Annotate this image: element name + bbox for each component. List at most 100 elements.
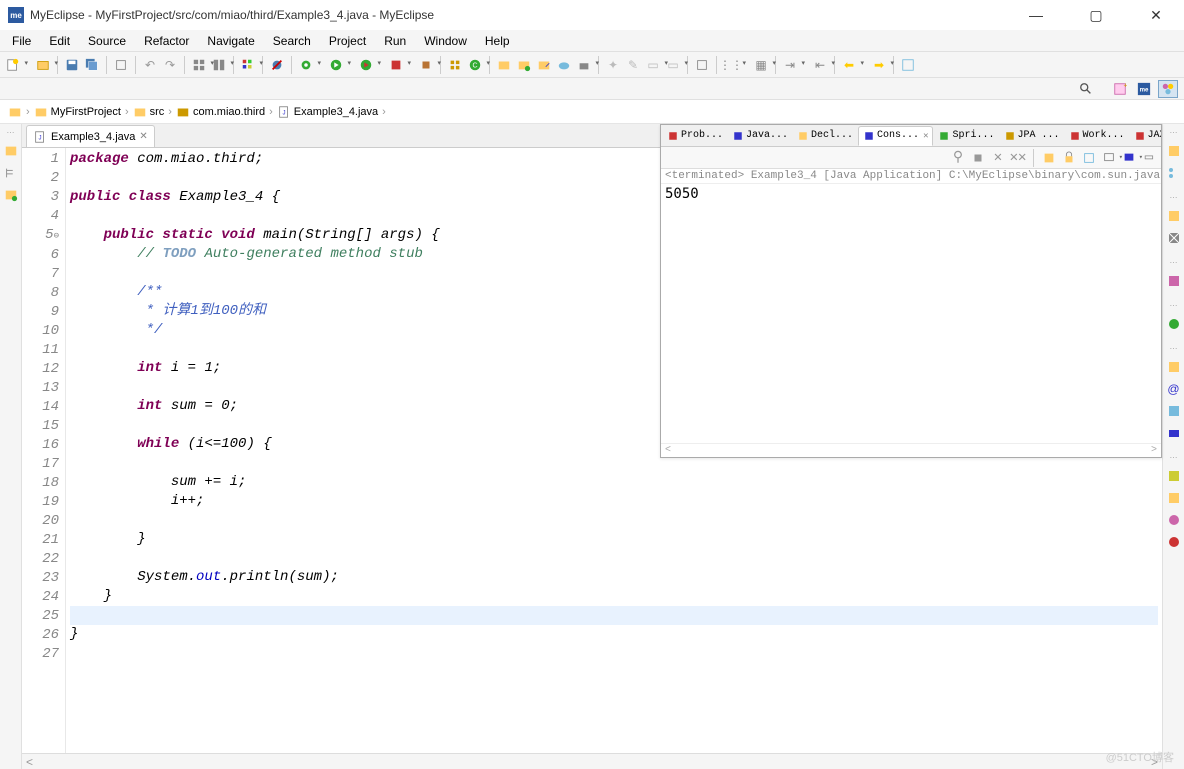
debug-button[interactable]: [297, 56, 315, 74]
skip-breakpoints-button[interactable]: [268, 56, 286, 74]
breadcrumb-item[interactable]: com.miao.third: [176, 105, 265, 119]
chevron-right-icon: ›: [382, 106, 386, 118]
task-list-icon[interactable]: [1166, 143, 1182, 159]
menu-edit[interactable]: Edit: [41, 32, 78, 50]
menu-navigate[interactable]: Navigate: [199, 32, 262, 50]
display-icon[interactable]: [1101, 150, 1117, 166]
run-button[interactable]: [327, 56, 345, 74]
r-icon-12[interactable]: [1166, 534, 1182, 550]
svg-text:me: me: [1140, 86, 1149, 93]
breadcrumb-label: com.miao.third: [193, 106, 265, 118]
word-wrap-icon[interactable]: [1081, 150, 1097, 166]
r-icon-7[interactable]: [1166, 403, 1182, 419]
edit-button[interactable]: ▭: [644, 56, 662, 74]
close-tab-icon[interactable]: ✕: [139, 131, 147, 142]
editor-scrollbar[interactable]: <>: [22, 753, 1162, 769]
java-file-icon: J: [277, 105, 291, 119]
r-icon-10[interactable]: [1166, 490, 1182, 506]
package-explorer-icon[interactable]: [3, 143, 19, 159]
open-console-icon[interactable]: [1121, 150, 1137, 166]
r-icon-3[interactable]: [1166, 273, 1182, 289]
menu-refactor[interactable]: Refactor: [136, 32, 197, 50]
scroll-lock-icon[interactable]: [1061, 150, 1077, 166]
external-button[interactable]: [387, 56, 405, 74]
myeclipse-perspective-button[interactable]: me: [1134, 80, 1154, 98]
r-icon-5[interactable]: [1166, 359, 1182, 375]
menu-search[interactable]: Search: [265, 32, 319, 50]
r-icon-1[interactable]: [1166, 208, 1182, 224]
maximize-button[interactable]: ▢: [1076, 7, 1116, 24]
remove-launch-icon[interactable]: ✕: [990, 150, 1006, 166]
pin-console-icon[interactable]: ⚲: [950, 150, 966, 166]
editor-tab[interactable]: J Example3_4.java ✕: [26, 125, 155, 147]
view-button[interactable]: [239, 56, 257, 74]
search-icon[interactable]: [1076, 80, 1096, 98]
pin-button[interactable]: [899, 56, 917, 74]
stop-button[interactable]: [417, 56, 435, 74]
new-button[interactable]: [4, 56, 22, 74]
layout-button[interactable]: [190, 56, 208, 74]
minimize-button[interactable]: —: [1016, 7, 1056, 24]
remove-all-icon[interactable]: ✕✕: [1010, 150, 1026, 166]
toggle-button[interactable]: ▦: [752, 56, 770, 74]
close-button[interactable]: ✕: [1136, 7, 1176, 24]
breadcrumb-item[interactable]: [8, 105, 22, 119]
tool-button[interactable]: [112, 56, 130, 74]
menu-run[interactable]: Run: [376, 32, 414, 50]
r-icon-4[interactable]: [1166, 316, 1182, 332]
coverage-button[interactable]: [357, 56, 375, 74]
menu-source[interactable]: Source: [80, 32, 134, 50]
svg-text:J: J: [282, 109, 285, 116]
r-icon-8[interactable]: [1166, 425, 1182, 441]
new-project-button[interactable]: [34, 56, 52, 74]
breadcrumb-item[interactable]: src: [133, 105, 165, 119]
wand-button[interactable]: ✦: [604, 56, 622, 74]
cloud-button[interactable]: [555, 56, 573, 74]
menu-window[interactable]: Window: [416, 32, 475, 50]
layout2-button[interactable]: [210, 56, 228, 74]
pencil-button[interactable]: ✎: [624, 56, 642, 74]
save-all-button[interactable]: [83, 56, 101, 74]
menu-file[interactable]: File: [4, 32, 39, 50]
chevron-right-icon: ›: [168, 106, 172, 118]
breadcrumb-item[interactable]: JExample3_4.java: [277, 105, 378, 119]
terminate-icon[interactable]: [970, 150, 986, 166]
console-panel: Prob...Java...Decl...Cons...✕Spri...JPA …: [660, 148, 1162, 458]
open-perspective-button[interactable]: +: [1110, 80, 1130, 98]
java-perspective-button[interactable]: [1158, 80, 1178, 98]
folder2-button[interactable]: [515, 56, 533, 74]
folder1-button[interactable]: [495, 56, 513, 74]
main-toolbar: ↶ ↷ C ✦ ✎ ▭ ▭ ⋮⋮ ▦ ⇥ ⇤ ⬅ ➡: [0, 52, 1184, 78]
redo-button[interactable]: ↷: [161, 56, 179, 74]
indent-button[interactable]: ⇥: [781, 56, 799, 74]
menu-project[interactable]: Project: [321, 32, 374, 50]
editor-area: J Example3_4.java ✕ 12345⊖67891011121314…: [22, 124, 1162, 769]
r-icon-9[interactable]: [1166, 468, 1182, 484]
r-icon-6[interactable]: @: [1166, 381, 1182, 397]
r-icon-11[interactable]: [1166, 512, 1182, 528]
minimize-view-icon[interactable]: ▭: [1141, 150, 1157, 166]
clear-icon[interactable]: [1041, 150, 1057, 166]
chevron-right-icon: ›: [269, 106, 273, 118]
sort-button[interactable]: ⋮⋮: [722, 56, 740, 74]
new-class-button[interactable]: C: [466, 56, 484, 74]
menu-help[interactable]: Help: [477, 32, 518, 50]
back-button[interactable]: ⬅: [840, 56, 858, 74]
breadcrumb-item[interactable]: MyFirstProject: [34, 105, 121, 119]
project-icon: [8, 105, 22, 119]
border-button[interactable]: [693, 56, 711, 74]
console-scrollbar[interactable]: <>: [661, 443, 1161, 457]
console-output[interactable]: 5050: [661, 184, 1161, 443]
save-button[interactable]: [63, 56, 81, 74]
forward-button[interactable]: ➡: [870, 56, 888, 74]
hierarchy-icon[interactable]: [3, 165, 19, 181]
outline-icon[interactable]: [1166, 165, 1182, 181]
deploy-button[interactable]: [575, 56, 593, 74]
folder3-button[interactable]: [535, 56, 553, 74]
navigator-icon[interactable]: [3, 187, 19, 203]
outdent-button[interactable]: ⇤: [811, 56, 829, 74]
more-button[interactable]: ▭: [664, 56, 682, 74]
new-package-button[interactable]: [446, 56, 464, 74]
undo-button[interactable]: ↶: [141, 56, 159, 74]
r-icon-2[interactable]: [1166, 230, 1182, 246]
